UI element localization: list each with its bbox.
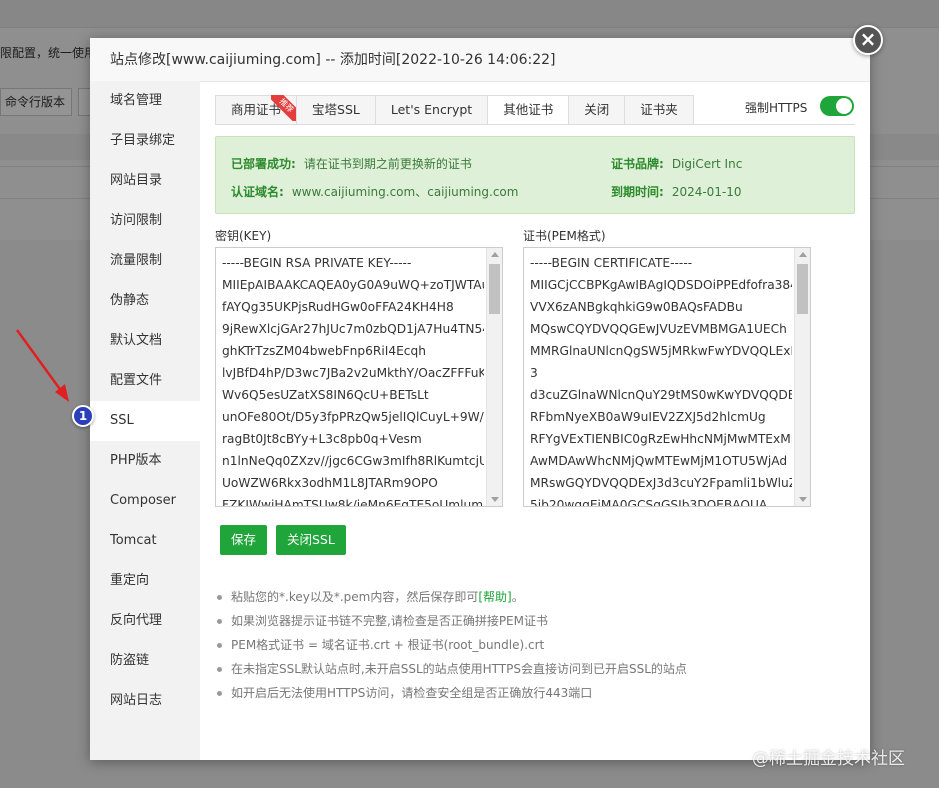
sidebar-item[interactable]: 防盗链: [90, 641, 200, 681]
tab-label: Let's Encrypt: [390, 102, 473, 117]
cert-label: 证书(PEM格式): [523, 229, 606, 243]
help-link[interactable]: [帮助]: [478, 590, 511, 604]
ssl-tab[interactable]: 商用证书 推荐: [215, 95, 298, 125]
deployed-status: 已部署成功: 请在证书到期之前更换新的证书: [231, 155, 472, 172]
sidebar-item[interactable]: 网站日志: [90, 681, 200, 721]
site-edit-modal: 站点修改[www.caijiuming.com] -- 添加时间[2022-10…: [90, 38, 870, 760]
deployed-message: 请在证书到期之前更换新的证书: [303, 157, 472, 171]
force-https-toggle[interactable]: [820, 96, 854, 116]
ssl-tab[interactable]: 关闭: [568, 95, 625, 125]
sidebar-item[interactable]: 配置文件: [90, 361, 200, 401]
scroll-down-icon[interactable]: [799, 497, 807, 502]
cert-domain: 认证域名: www.caijiuming.com、caijiuming.com: [231, 183, 518, 200]
scroll-thumb[interactable]: [489, 264, 500, 314]
sidebar-item[interactable]: 域名管理: [90, 81, 200, 121]
watermark: @稀土掘金技术社区: [752, 749, 905, 769]
tip-item: 如果浏览器提示证书链不完整,请检查是否正确拼接PEM证书: [215, 609, 687, 633]
sidebar-item[interactable]: 反向代理: [90, 601, 200, 641]
brand-label: 证书品牌:: [611, 157, 664, 171]
tab-label: 关闭: [584, 102, 610, 117]
key-textarea[interactable]: -----BEGIN RSA PRIVATE KEY----- MIIEpAIB…: [215, 247, 503, 507]
sidebar-item[interactable]: PHP版本: [90, 441, 200, 481]
cert-scrollbar[interactable]: [794, 248, 810, 506]
tab-label: 其他证书: [503, 102, 554, 117]
expiry-value: 2024-01-10: [671, 185, 742, 199]
ssl-tab[interactable]: 其他证书: [487, 95, 569, 125]
tip-item: 在未指定SSL默认站点时,未开启SSL的站点使用HTTPS会直接访问到已开启SS…: [215, 657, 687, 681]
modal-title: 站点修改[www.caijiuming.com] -- 添加时间[2022-10…: [90, 38, 870, 82]
tip-text: 如果浏览器提示证书链不完整,请检查是否正确拼接PEM证书: [231, 614, 548, 628]
scroll-down-icon[interactable]: [491, 497, 499, 502]
domain-value: www.caijiuming.com、caijiuming.com: [291, 185, 519, 199]
tabs-divider: [215, 124, 855, 125]
tip-text: 在未指定SSL默认站点时,未开启SSL的站点使用HTTPS会直接访问到已开启SS…: [231, 662, 687, 676]
close-icon: ×: [859, 27, 877, 51]
tip-item: PEM格式证书 = 域名证书.crt + 根证书(root_bundle).cr…: [215, 633, 687, 657]
scroll-thumb[interactable]: [797, 264, 808, 314]
scroll-up-icon[interactable]: [799, 252, 807, 257]
ssl-tab[interactable]: 宝塔SSL: [296, 95, 375, 125]
toggle-knob: [836, 98, 852, 114]
expiry-label: 到期时间:: [611, 185, 664, 199]
close-ssl-button[interactable]: 关闭SSL: [276, 525, 346, 555]
key-label: 密钥(KEY): [215, 229, 272, 243]
modal-sidebar: 域名管理 子目录绑定 网站目录 访问限制 流量限制 伪静态 默认文档 配置文件 SSL PHP版本…: [90, 81, 200, 760]
ssl-tabs: 商用证书 推荐 宝塔SSL Let's Encrypt 其他证书 关闭 证书夹: [215, 95, 694, 125]
cert-content[interactable]: -----BEGIN CERTIFICATE----- MIIGCjCCBPKg…: [524, 248, 792, 506]
ssl-panel: 商用证书 推荐 宝塔SSL Let's Encrypt 其他证书 关闭 证书夹 强制HTTP…: [200, 81, 870, 760]
force-https-label: 强制HTTPS: [745, 101, 808, 115]
ssl-tab[interactable]: 证书夹: [624, 95, 694, 125]
save-button[interactable]: 保存: [220, 525, 268, 555]
tab-label: 宝塔SSL: [312, 102, 360, 117]
sidebar-item[interactable]: Tomcat: [90, 521, 200, 561]
sidebar-item[interactable]: 伪静态: [90, 281, 200, 321]
sidebar-item[interactable]: 访问限制: [90, 201, 200, 241]
key-scrollbar[interactable]: [486, 248, 502, 506]
sidebar-item[interactable]: SSL: [90, 401, 200, 441]
brand-value: DigiCert Inc: [671, 157, 743, 171]
tab-label: 证书夹: [640, 102, 678, 117]
recommend-ribbon: 推荐: [271, 95, 298, 121]
deployed-label: 已部署成功:: [231, 157, 296, 171]
cert-expiry: 到期时间: 2024-01-10: [611, 183, 742, 200]
cert-textarea[interactable]: -----BEGIN CERTIFICATE----- MIIGCjCCBPKg…: [523, 247, 811, 507]
ssl-status-box: 已部署成功: 请在证书到期之前更换新的证书 认证域名: www.caijiuming…: [215, 136, 855, 214]
ssl-tab[interactable]: Let's Encrypt: [374, 95, 488, 125]
scroll-up-icon[interactable]: [491, 252, 499, 257]
ssl-tips-list: 粘贴您的*.key以及*.pem内容，然后保存即可[帮助]。如果浏览器提示证书链…: [215, 585, 687, 705]
sidebar-item[interactable]: 网站目录: [90, 161, 200, 201]
sidebar-item[interactable]: 重定向: [90, 561, 200, 601]
ribbon-text: 推荐: [271, 95, 298, 121]
sidebar-item[interactable]: 子目录绑定: [90, 121, 200, 161]
sidebar-item[interactable]: 流量限制: [90, 241, 200, 281]
domain-label: 认证域名:: [231, 185, 284, 199]
tip-text: 如开启后无法使用HTTPS访问，请检查安全组是否正确放行443端口: [231, 686, 593, 700]
cert-brand: 证书品牌: DigiCert Inc: [611, 155, 742, 172]
sidebar-item[interactable]: 默认文档: [90, 321, 200, 361]
modal-close-button[interactable]: ×: [853, 25, 883, 55]
tip-text: PEM格式证书 = 域名证书.crt + 根证书(root_bundle).cr…: [231, 638, 545, 652]
sidebar-item[interactable]: Composer: [90, 481, 200, 521]
tip-item: 如开启后无法使用HTTPS访问，请检查安全组是否正确放行443端口: [215, 681, 687, 705]
tip-text: 粘贴您的*.key以及*.pem内容，然后保存即可: [231, 590, 479, 604]
key-content[interactable]: -----BEGIN RSA PRIVATE KEY----- MIIEpAIB…: [216, 248, 484, 506]
tip-item: 粘贴您的*.key以及*.pem内容，然后保存即可[帮助]。: [215, 585, 687, 609]
tip-suffix: 。: [511, 590, 524, 604]
annotation-badge: 1: [72, 405, 94, 427]
